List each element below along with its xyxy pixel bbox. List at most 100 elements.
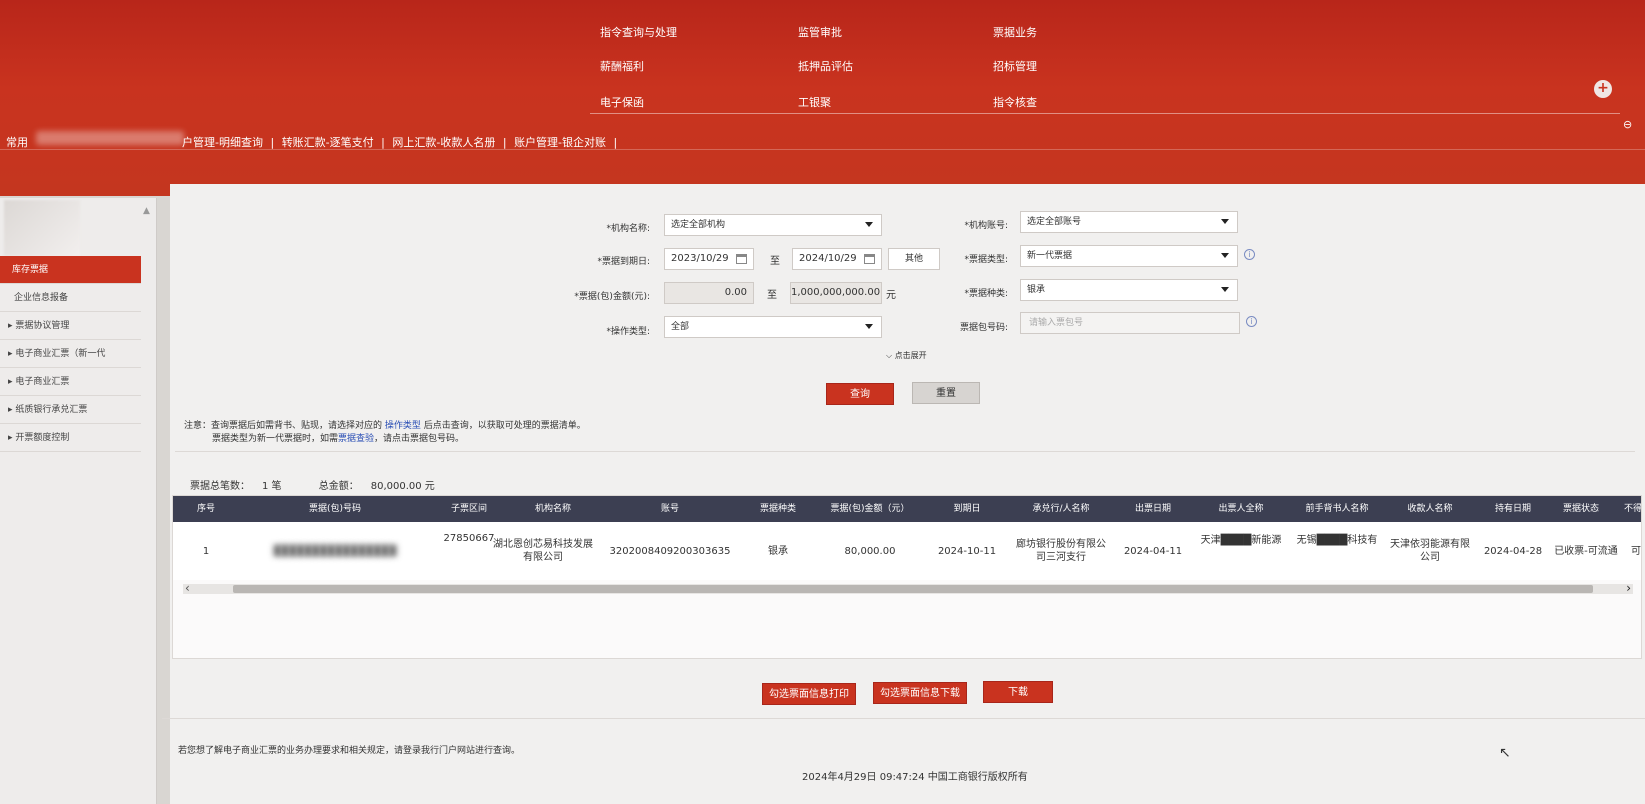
bills-table: 序号 票据(包)号码 子票区间 机构名称 账号 票据种类 票据(包)金额（元） …: [172, 495, 1642, 659]
col-header-sub-range: 子票区间: [450, 504, 487, 514]
notice-text: 注意：查询票据后如需背书、贴现，请选择对应的 操作类型 后点击查询，以获取可处理…: [184, 420, 586, 446]
cell-org-name: 湖北恩创芯易科技发展有限公司: [493, 539, 593, 563]
sidebar-item-inventory-bills[interactable]: 库存票据: [0, 256, 141, 284]
count-label: 票据总笔数：: [190, 481, 250, 492]
org-name-label: *机构名称:: [606, 224, 650, 234]
query-button[interactable]: 查询: [826, 383, 894, 405]
scroll-right-icon[interactable]: ›: [1626, 581, 1631, 595]
menu-item-icbc-ju[interactable]: 工银聚: [798, 94, 831, 110]
add-menu-button[interactable]: +: [1594, 80, 1612, 98]
table-row[interactable]: 1 ████████████████ 27850667 湖北恩创芯易科技发展有限…: [173, 522, 1641, 580]
sidebar-item-ecd-new[interactable]: ▸ 电子商业汇票（新一代: [0, 340, 141, 368]
quick-link-detail-query[interactable]: 户管理-明细查询: [182, 136, 263, 149]
sidebar-item-company-report[interactable]: 企业信息报备: [0, 284, 141, 312]
col-header-org-name: 机构名称: [534, 504, 571, 514]
amount-label: *票据(包)金额(元):: [574, 292, 650, 302]
sidebar-item-ecd[interactable]: ▸ 电子商业汇票: [0, 368, 141, 396]
scrollbar-thumb[interactable]: [233, 585, 1593, 593]
quick-link-separator: |: [502, 136, 507, 149]
count-value: 1 笔: [262, 481, 282, 492]
op-type-select[interactable]: 全部: [664, 316, 882, 338]
quick-link-separator: |: [270, 136, 275, 149]
sidebar-item-issuance-limit[interactable]: ▸ 开票额度控制: [0, 424, 141, 452]
menu-item-collateral[interactable]: 抵押品评估: [798, 58, 853, 74]
due-date-from-input[interactable]: 2023/10/29: [664, 248, 754, 270]
sidebar-item-bill-agreement[interactable]: ▸ 票据协议管理: [0, 312, 141, 340]
cell-amount: 80,000.00: [844, 545, 896, 557]
due-date-label: *票据到期日:: [597, 257, 650, 267]
download-selected-button[interactable]: 勾选票面信息下载: [873, 682, 967, 704]
download-button[interactable]: 下载: [983, 681, 1053, 703]
sidebar-item-paper-acceptance[interactable]: ▸ 纸质银行承兑汇票: [0, 396, 141, 424]
chevron-down-icon: [1221, 287, 1229, 292]
col-header-kind: 票据种类: [759, 504, 796, 514]
col-header-issue-date: 出票日期: [1134, 504, 1171, 514]
package-no-input[interactable]: 请输入票包号: [1020, 312, 1240, 334]
col-header-amount: 票据(包)金额（元）: [830, 504, 910, 514]
notice-line2-post: ，请点击票据包号码。: [374, 434, 465, 444]
quick-links-label: 常用: [6, 136, 28, 149]
op-type-label: *操作类型:: [606, 327, 650, 337]
scroll-up-icon[interactable]: ▲: [143, 206, 150, 216]
op-type-link[interactable]: 操作类型: [385, 421, 421, 431]
cell-endorser: 无锡████科技有: [1296, 535, 1378, 546]
cell-issue-date: 2024-04-11: [1123, 545, 1183, 557]
package-no-info-icon[interactable]: i: [1246, 316, 1257, 327]
amount-range-to: 至: [767, 290, 777, 301]
calendar-icon[interactable]: [736, 254, 747, 264]
col-header-due-date: 到期日: [953, 504, 981, 514]
quick-link-transfer-payment[interactable]: 转账汇款-逐笔支付: [282, 136, 374, 149]
col-header-status: 票据状态: [1562, 504, 1599, 514]
due-date-to-input[interactable]: 2024/10/29: [792, 248, 882, 270]
amount-max-input[interactable]: 1,000,000,000.00: [790, 282, 882, 304]
footer-copyright: 2024年4月29日 09:47:24 中国工商银行版权所有: [802, 772, 1028, 783]
col-header-seq: 序号: [196, 504, 215, 514]
menu-item-tender[interactable]: 招标管理: [993, 58, 1037, 74]
print-selected-button[interactable]: 勾选票面信息打印: [762, 683, 856, 705]
menu-item-bill-business[interactable]: 票据业务: [993, 24, 1037, 40]
expand-label: 点击展开: [894, 351, 927, 360]
menu-item-supervision-approval[interactable]: 监管审批: [798, 24, 842, 40]
collapse-icon[interactable]: ⊖: [1623, 118, 1632, 131]
cell-account: 3202008409200303635: [609, 545, 731, 557]
reset-button[interactable]: 重置: [912, 382, 980, 404]
table-header: 序号 票据(包)号码 子票区间 机构名称 账号 票据种类 票据(包)金额（元） …: [173, 496, 1641, 522]
bill-type-select[interactable]: 新一代票据: [1020, 245, 1238, 267]
menu-item-instruction-query[interactable]: 指令查询与处理: [600, 24, 677, 40]
amount-unit: 元: [886, 290, 896, 301]
date-range-to: 至: [770, 256, 780, 267]
cell-bill-no[interactable]: ████████████████: [239, 522, 431, 580]
footer-note: 若您想了解电子商业汇票的业务办理要求和相关规定，请登录我行门户网站进行查询。: [178, 746, 521, 756]
org-name-select[interactable]: 选定全部机构: [664, 214, 882, 236]
cell-kind: 银承: [768, 545, 788, 557]
expand-toggle[interactable]: ⌵ 点击展开: [886, 350, 927, 361]
bill-kind-select[interactable]: 银承: [1020, 279, 1238, 301]
calendar-icon[interactable]: [864, 254, 875, 264]
quick-link-reconciliation[interactable]: 账户管理-银企对账: [514, 136, 606, 149]
footer-divider: [162, 718, 1645, 719]
chevron-down-icon: [1221, 219, 1229, 224]
menu-item-e-guarantee[interactable]: 电子保函: [600, 94, 644, 110]
blurred-quick-link: [36, 131, 184, 145]
menu-divider: [590, 113, 1620, 114]
scroll-left-icon[interactable]: ‹: [185, 581, 190, 595]
op-type-value: 全部: [671, 322, 690, 332]
sidebar-logo: [4, 200, 80, 256]
quick-link-payee-roster[interactable]: 网上汇款-收款人名册: [392, 136, 495, 149]
menu-item-instruction-check[interactable]: 指令核查: [993, 94, 1037, 110]
menu-item-payroll[interactable]: 薪酬福利: [600, 58, 644, 74]
col-header-endorser: 前手背书人名称: [1305, 504, 1369, 514]
horizontal-scrollbar[interactable]: ‹ ›: [183, 581, 1633, 595]
notice-line1-pre: 注意：查询票据后如需背书、贴现，请选择对应的: [184, 421, 385, 431]
notice-line2-pre: 票据类型为新一代票据时，如需: [212, 434, 339, 444]
bill-type-info-icon[interactable]: i: [1244, 249, 1255, 260]
chevron-down-icon: [1221, 253, 1229, 258]
amount-min-input[interactable]: 0.00: [664, 282, 754, 304]
col-header-bill-no: 票据(包)号码: [308, 504, 362, 514]
col-header-payee: 收款人名称: [1407, 504, 1453, 514]
due-date-from-value: 2023/10/29: [671, 253, 729, 264]
bill-verify-link[interactable]: 票据查验: [338, 434, 374, 444]
org-account-select[interactable]: 选定全部账号: [1020, 211, 1238, 233]
col-header-hold-date: 持有日期: [1494, 504, 1531, 514]
bill-kind-label: *票据种类:: [964, 289, 1008, 299]
